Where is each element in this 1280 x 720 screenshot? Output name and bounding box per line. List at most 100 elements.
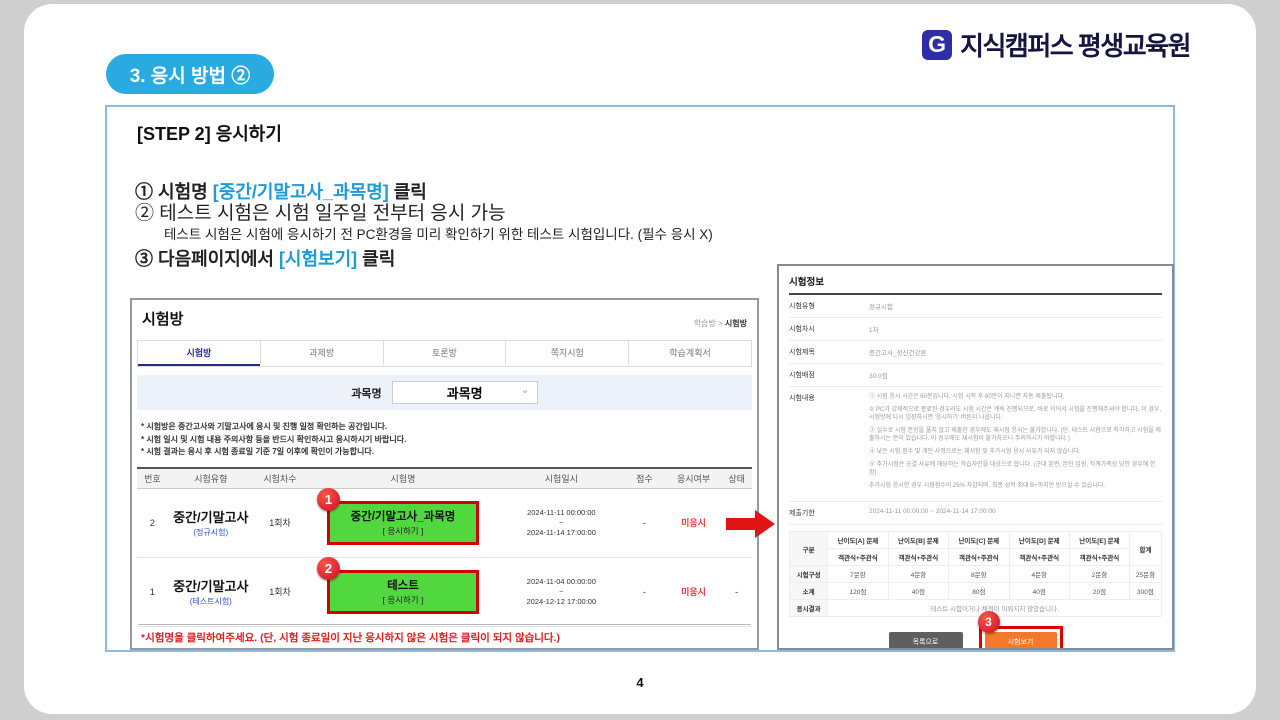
info-row-exam-points: 시험배점 30.0점 <box>789 364 1162 387</box>
col-score: 점수 <box>623 472 666 485</box>
info-row-exam-title: 시험제목 중간고사_정신건강론 <box>789 341 1162 364</box>
instruction-1: ① 시험명 [중간/기말고사_과목명] 클릭 <box>135 181 713 203</box>
chevron-down-icon: ⌄ <box>520 383 529 396</box>
instruction-2-text: 테스트 시험은 시험 일주일 전부터 응시 가능 <box>159 203 505 224</box>
row-attendance: 미응시 <box>666 585 721 598</box>
instruction-3-post: 클릭 <box>357 249 395 269</box>
course-select-value: 과목명 <box>447 383 483 402</box>
col-exam-date: 시험일시 <box>500 472 623 485</box>
row-exam-type: 중간/기말고사 (테스트시험) <box>168 576 254 607</box>
col-exam-type: 시험유형 <box>168 472 254 485</box>
score-row-subtotal: 소계 120점 40점 80점 40점 20점 300점 <box>790 583 1162 600</box>
back-to-list-button[interactable]: 목록으로 <box>889 632 963 651</box>
step-badge-3: 3 <box>978 611 1000 633</box>
exam-info-title: 시험정보 <box>789 274 1162 295</box>
score-subheader: 객관식+주관식 <box>888 549 948 566</box>
score-table: 구분 난이도[A] 문제 난이도[B] 문제 난이도[C] 문제 난이도[D] … <box>789 531 1162 617</box>
instruction-3: ③ 다음페이지에서 [시험보기] 클릭 <box>135 248 713 270</box>
info-row-exam-type: 시험유형 정규시험 <box>789 295 1162 318</box>
score-col-a: 난이도[A] 문제 <box>828 532 888 549</box>
info-row-exam-content: 시험내용 ① 시험 응시 시간은 60분입니다. 시험 시작 후 60분이 지나… <box>789 387 1162 502</box>
col-attendance: 응시여부 <box>666 472 721 485</box>
col-number: 번호 <box>137 472 168 485</box>
row-exam-type: 중간/기말고사 (정규시험) <box>168 507 254 538</box>
red-arrow-icon <box>726 509 776 539</box>
exam-room-screenshot: 시험방 학습방 > 시험방 시험방 과제방 토론방 쪽지시험 학습계획서 과목명… <box>130 298 759 650</box>
tab-discussion-room[interactable]: 토론방 <box>383 341 506 366</box>
table-row: 2 중간/기말고사 (정규시험) 1회차 1 중간/기말고사_과목명 [ 응시하… <box>137 489 752 558</box>
brand-logo: G 지식캠퍼스 평생교육원 <box>922 26 1190 63</box>
instruction-1-highlight: [중간/기말고사_과목명] <box>213 182 389 202</box>
score-row-result: 응시결과 테스트 시험이거나 채점이 이뤄지지 않았습니다. <box>790 600 1162 617</box>
course-select[interactable]: 과목명 ⌄ <box>392 381 538 404</box>
row-status: - <box>721 587 752 597</box>
slide: G 지식캠퍼스 평생교육원 3. 응시 방법 ② [STEP 2] 응시하기 ①… <box>0 0 1280 720</box>
step-badge-1: 1 <box>317 488 340 511</box>
score-col-e: 난이도[E] 문제 <box>1069 532 1129 549</box>
instruction-3-number: ③ <box>135 249 153 269</box>
content-box: [STEP 2] 응시하기 ① 시험명 [중간/기말고사_과목명] 클릭 ② 테… <box>105 105 1175 652</box>
col-exam-name: 시험명 <box>306 472 500 485</box>
score-col-total: 합계 <box>1129 532 1161 566</box>
score-col-group: 구분 <box>790 532 828 566</box>
logo-text: 지식캠퍼스 평생교육원 <box>960 26 1190 63</box>
col-status: 상태 <box>721 472 752 485</box>
exam-room-notes: * 시험방은 중간고사와 기말고사에 응시 및 진행 일정 확인하는 공간입니다… <box>141 421 748 459</box>
exam-link-test-button[interactable]: 2 테스트 [ 응시하기 ] <box>327 570 479 614</box>
row-attendance: 미응시 <box>666 516 721 529</box>
breadcrumb-separator: > <box>716 319 725 328</box>
exam-link-midterm-button[interactable]: 1 중간/기말고사_과목명 [ 응시하기 ] <box>327 501 479 545</box>
score-subheader: 객관식+주관식 <box>1009 549 1069 566</box>
score-col-c: 난이도[C] 문제 <box>949 532 1009 549</box>
row-score: - <box>623 587 666 597</box>
instruction-1-pre: 시험명 <box>158 182 213 202</box>
instruction-3-highlight: [시험보기] <box>279 249 357 269</box>
course-filter-bar: 과목명 과목명 ⌄ <box>137 375 752 410</box>
page-number: 4 <box>24 675 1256 690</box>
score-col-b: 난이도[B] 문제 <box>888 532 948 549</box>
breadcrumb-current: 시험방 <box>725 319 747 328</box>
exam-room-title: 시험방 <box>142 308 183 329</box>
row-number: 1 <box>137 587 168 597</box>
row-exam-round: 1회차 <box>254 585 306 598</box>
note-line: * 시험 결과는 응시 후 시험 종료일 기준 7일 이후에 확인이 가능합니다… <box>141 446 748 459</box>
exam-list-table: 번호 시험유형 시험차수 시험명 시험일시 점수 응시여부 상태 2 중간/기말… <box>137 467 752 627</box>
row-exam-date: 2024-11-11 00:00:00 ~ 2024-11-14 17:00:0… <box>500 508 623 538</box>
row-exam-date: 2024-11-04 00:00:00 ~ 2024-12-12 17:00:0… <box>500 577 623 607</box>
row-number: 2 <box>137 518 168 528</box>
tab-study-plan[interactable]: 학습계획서 <box>628 341 751 366</box>
info-row-deadline: 제출기한 2024-11-11 00:00:00 ~ 2024-11-14 17… <box>789 502 1162 525</box>
exam-info-screenshot: 시험정보 시험유형 정규시험 시험차시 1차 시험제목 중간고사_정신건강론 시… <box>777 264 1174 650</box>
col-exam-round: 시험차수 <box>254 472 306 485</box>
instruction-2-subnote: 테스트 시험은 시험에 응시하기 전 PC환경을 미리 확인하기 위한 테스트 … <box>164 225 713 245</box>
breadcrumb: 학습방 > 시험방 <box>694 318 747 329</box>
step-title: [STEP 2] 응시하기 <box>137 120 282 146</box>
section-badge: 3. 응시 방법 ② <box>106 54 274 94</box>
logo-g-icon: G <box>922 30 952 60</box>
exam-info-buttons: 목록으로 3 시험보기 <box>789 626 1162 650</box>
info-row-exam-session: 시험차시 1차 <box>789 318 1162 341</box>
instructions: ① 시험명 [중간/기말고사_과목명] 클릭 ② 테스트 시험은 시험 일주일 … <box>135 181 713 270</box>
note-line: * 시험 일시 및 시험 내용 주의사항 등을 반드시 확인하시고 응시하시기 … <box>141 434 748 447</box>
score-row-composition: 시험구성 7문항 4문항 8문항 4문항 2문항 25문항 <box>790 566 1162 583</box>
score-subheader: 객관식+주관식 <box>1069 549 1129 566</box>
score-subheader: 객관식+주관식 <box>828 549 888 566</box>
take-exam-button[interactable]: 시험보기 <box>985 632 1057 650</box>
room-tabs: 시험방 과제방 토론방 쪽지시험 학습계획서 <box>137 340 752 367</box>
table-row: 1 중간/기말고사 (테스트시험) 1회차 2 테스트 [ 응시하기 ] <box>137 558 752 627</box>
exam-table-header: 번호 시험유형 시험차수 시험명 시험일시 점수 응시여부 상태 <box>137 467 752 489</box>
breadcrumb-parent[interactable]: 학습방 <box>694 319 716 328</box>
instruction-3-pre: 다음페이지에서 <box>158 249 279 269</box>
instruction-2-number: ② <box>135 203 154 224</box>
tab-assignment-room[interactable]: 과제방 <box>260 341 383 366</box>
tab-exam-room[interactable]: 시험방 <box>138 341 260 366</box>
exam-room-warning: *시험명을 클릭하여주세요. (단, 시험 종료일이 지난 응시하지 않은 시험… <box>138 624 751 645</box>
instruction-2: ② 테스트 시험은 시험 일주일 전부터 응시 가능 <box>135 203 713 225</box>
score-col-d: 난이도[D] 문제 <box>1009 532 1069 549</box>
tab-quiz[interactable]: 쪽지시험 <box>505 341 628 366</box>
score-subheader: 객관식+주관식 <box>949 549 1009 566</box>
row-exam-round: 1회차 <box>254 516 306 529</box>
instruction-1-post: 클릭 <box>389 182 427 202</box>
exam-room-header: 시험방 학습방 > 시험방 <box>142 308 747 329</box>
take-exam-highlight-box: 3 시험보기 <box>979 626 1063 650</box>
